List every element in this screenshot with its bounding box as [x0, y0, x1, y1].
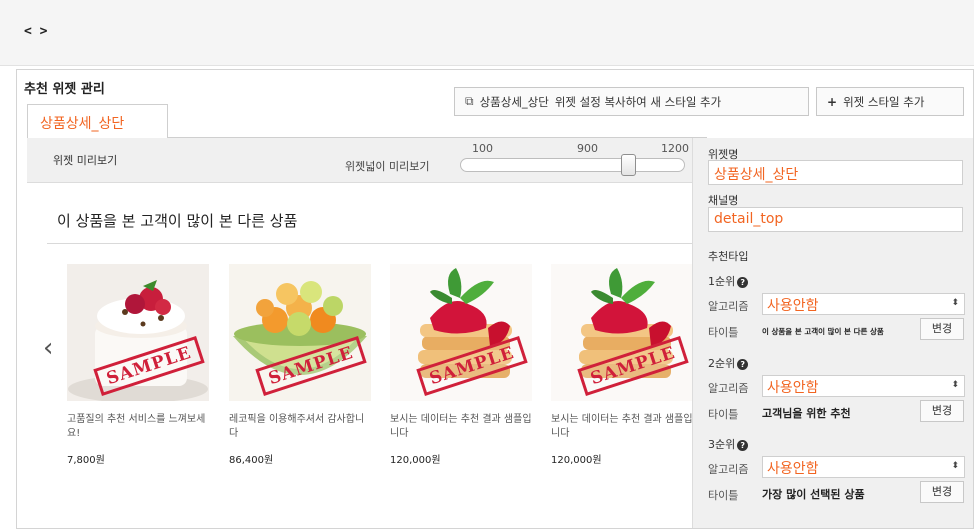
- copy-icon: ⧉: [465, 94, 474, 108]
- widget-settings-panel: 위젯명 상품상세_상단 채널명 detail_top 추천타입 1순위? 알고리…: [692, 138, 973, 528]
- width-slider-track[interactable]: [460, 158, 685, 172]
- product-image[interactable]: SAMPLE: [551, 264, 693, 401]
- copy-style-button[interactable]: ⧉ 상품상세_상단 위젯 설정 복사하여 새 스타일 추가: [454, 87, 809, 116]
- preview-label: 위젯 미리보기: [53, 154, 118, 167]
- page-title: 추천 위젯 관리: [24, 82, 105, 97]
- plus-icon: +: [827, 94, 838, 109]
- product-image[interactable]: SAMPLE: [390, 264, 532, 401]
- width-slider-handle[interactable]: [621, 154, 636, 176]
- rank-2-text: 2순위: [708, 357, 736, 370]
- product-card[interactable]: SAMPLE 고품질의 추천 서비스를 느껴보세요! 7,800원: [67, 264, 209, 466]
- title-label: 타이틀: [708, 326, 739, 339]
- algorithm-label: 알고리즘: [708, 300, 749, 313]
- rank-2-algorithm-value: 사용안함: [767, 380, 819, 396]
- product-price: 120,000원: [390, 455, 441, 466]
- algorithm-label: 알고리즘: [708, 382, 749, 395]
- rank-2-algorithm-select[interactable]: 사용안함 ⬍: [762, 375, 965, 397]
- rank-1-algorithm-select[interactable]: 사용안함 ⬍: [762, 293, 965, 315]
- rank-2-title-value: 고객님을 위한 추천: [762, 407, 851, 420]
- width-preview-label: 위젯넓이 미리보기: [345, 160, 430, 173]
- rank-3-algorithm-select[interactable]: 사용안함 ⬍: [762, 456, 965, 478]
- algorithm-label: 알고리즘: [708, 463, 749, 476]
- code-toolbar: < >: [0, 0, 974, 66]
- rank-3-text: 3순위: [708, 438, 736, 451]
- title-label: 타이틀: [708, 489, 739, 502]
- select-arrows-icon: ⬍: [951, 380, 959, 390]
- select-arrows-icon: ⬍: [951, 298, 959, 308]
- slider-min-label: 100: [472, 142, 493, 155]
- preview-toolbar: 위젯 미리보기 위젯넓이 미리보기 100 900 1200: [27, 138, 692, 183]
- rank-3-label: 3순위?: [708, 436, 749, 452]
- rank-1-label: 1순위?: [708, 273, 749, 289]
- product-image[interactable]: SAMPLE: [67, 264, 209, 401]
- product-card[interactable]: SAMPLE 레코픽을 이용해주셔서 감사합니다 86,400원: [229, 264, 371, 466]
- copy-button-label: 위젯 설정 복사하여 새 스타일 추가: [554, 94, 722, 109]
- product-name: 레코픽을 이용해주셔서 감사합니다: [229, 414, 365, 439]
- copy-target-name: 상품상세_상단: [479, 94, 549, 109]
- slider-mid-label: 900: [577, 142, 598, 155]
- title-divider: [47, 243, 692, 244]
- add-button-label: 위젯 스타일 추가: [843, 94, 925, 109]
- rank-2-change-button[interactable]: 변경: [920, 400, 964, 422]
- rec-type-label: 추천타입: [708, 250, 749, 263]
- channel-label: 채널명: [708, 194, 739, 207]
- rank-1-change-button[interactable]: 변경: [920, 318, 964, 340]
- product-price: 120,000원: [551, 455, 602, 466]
- question-icon[interactable]: ?: [737, 276, 749, 288]
- slider-max-label: 1200: [661, 142, 689, 155]
- recommendation-title: 이 상품을 본 고객이 많이 본 다른 상품: [57, 212, 298, 230]
- question-icon[interactable]: ?: [737, 439, 749, 451]
- product-price: 7,800원: [67, 455, 105, 466]
- chevron-left-icon[interactable]: ‹: [43, 333, 53, 363]
- rank-1-text: 1순위: [708, 275, 736, 288]
- title-label: 타이틀: [708, 408, 739, 421]
- rank-3-change-button[interactable]: 변경: [920, 481, 964, 503]
- product-card[interactable]: SAMPLE 보시는 데이터는 추천 결과 샘플입니다 120,000원: [551, 264, 693, 466]
- widget-name-field[interactable]: 상품상세_상단: [708, 160, 963, 185]
- select-arrows-icon: ⬍: [951, 461, 959, 471]
- product-name: 보시는 데이터는 추천 결과 샘플입니다: [551, 414, 693, 439]
- widget-preview: 이 상품을 본 고객이 많이 본 다른 상품 ‹ SAMPLE 고품질의 추천 …: [27, 183, 693, 528]
- widget-manager: 추천 위젯 관리 ⧉ 상품상세_상단 위젯 설정 복사하여 새 스타일 추가 +…: [16, 69, 974, 529]
- rank-2-label: 2순위?: [708, 355, 749, 371]
- product-card[interactable]: SAMPLE 보시는 데이터는 추천 결과 샘플입니다 120,000원: [390, 264, 532, 466]
- rank-1-title-value: 이 상품을 본 고객이 많이 본 다른 상품: [762, 327, 884, 336]
- rank-3-title-value: 가장 많이 선택된 상품: [762, 488, 865, 501]
- question-icon[interactable]: ?: [737, 358, 749, 370]
- tab-detail-top[interactable]: 상품상세_상단: [27, 104, 168, 138]
- add-style-button[interactable]: + 위젯 스타일 추가: [816, 87, 964, 116]
- rank-1-algorithm-value: 사용안함: [767, 298, 819, 314]
- product-price: 86,400원: [229, 455, 274, 466]
- product-image[interactable]: SAMPLE: [229, 264, 371, 401]
- rank-3-algorithm-value: 사용안함: [767, 461, 819, 477]
- product-name: 고품질의 추천 서비스를 느껴보세요!: [67, 414, 206, 439]
- code-view-toggle[interactable]: < >: [24, 24, 47, 39]
- product-name: 보시는 데이터는 추천 결과 샘플입니다: [390, 414, 532, 439]
- channel-field[interactable]: detail_top: [708, 207, 963, 232]
